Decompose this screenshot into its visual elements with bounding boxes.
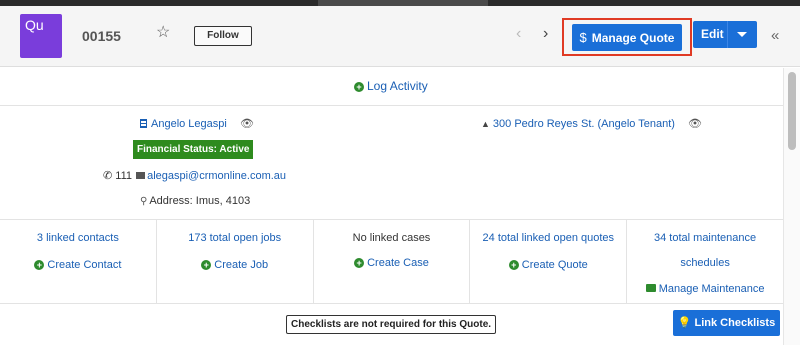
log-activity-label: Log Activity bbox=[367, 79, 428, 93]
maintenance-schedules-link-line2[interactable]: schedules bbox=[627, 257, 783, 269]
maintenance-schedules-link-line1[interactable]: 34 total maintenance bbox=[627, 232, 783, 244]
collapse-panel-icon[interactable]: « bbox=[771, 28, 779, 43]
jobs-column: 173 total open jobs + Create Job bbox=[157, 220, 314, 303]
manage-maintenance-label: Manage Maintenance bbox=[658, 283, 765, 295]
contact-address: ⚲ Address: Imus, 4103 bbox=[140, 195, 250, 207]
quotes-column: 24 total linked open quotes + Create Quot… bbox=[470, 220, 628, 303]
edit-divider bbox=[727, 21, 728, 48]
log-activity-link[interactable]: + Log Activity bbox=[354, 79, 428, 93]
phone-number: 111 bbox=[115, 170, 133, 182]
create-quote-link[interactable]: + Create Quote bbox=[470, 259, 626, 271]
vertical-scrollbar[interactable] bbox=[783, 68, 800, 345]
location-pin-icon: ⚲ bbox=[140, 196, 148, 207]
edit-label: Edit bbox=[701, 27, 724, 41]
create-contact-label: Create Contact bbox=[47, 259, 122, 271]
property-name: 300 Pedro Reyes St. (Angelo Tenant) bbox=[492, 118, 675, 130]
dollar-icon: $ bbox=[579, 30, 587, 45]
property-icon: ▲ bbox=[481, 119, 490, 129]
view-contact-eye-icon[interactable]: 👁 bbox=[240, 117, 254, 130]
manage-quote-label: Manage Quote bbox=[591, 31, 675, 45]
create-quote-label: Create Quote bbox=[521, 259, 588, 271]
link-checklists-label: Link Checklists bbox=[694, 317, 776, 329]
manage-quote-highlight: $ Manage Quote bbox=[562, 18, 692, 56]
plus-circle-icon: + bbox=[34, 260, 45, 270]
create-case-link[interactable]: + Create Case bbox=[314, 257, 470, 269]
envelope-icon bbox=[136, 172, 146, 179]
property-link[interactable]: ▲ 300 Pedro Reyes St. (Angelo Tenant) bbox=[481, 118, 675, 130]
open-jobs-link[interactable]: 173 total open jobs bbox=[157, 232, 313, 244]
phone-icon: ✆ bbox=[103, 170, 113, 182]
manage-quote-button[interactable]: $ Manage Quote bbox=[572, 24, 682, 51]
contact-name: Angelo Legaspi bbox=[151, 118, 227, 130]
record-header: Qu 00155 ☆ Follow ‹ › $ Manage Quote Edit… bbox=[0, 6, 800, 67]
create-job-label: Create Job bbox=[214, 259, 269, 271]
building-icon bbox=[140, 119, 147, 128]
linked-records-summary: 3 linked contacts + Create Contact 173 to… bbox=[0, 219, 783, 304]
address-text: Address: Imus, 4103 bbox=[149, 195, 251, 207]
next-record-chevron-icon[interactable]: › bbox=[543, 26, 548, 42]
briefcase-icon bbox=[645, 284, 656, 292]
contact-phone-email-line: ✆ 111 alegaspi@crmonline.com.au bbox=[103, 169, 286, 182]
edit-button[interactable]: Edit bbox=[693, 21, 757, 48]
lightbulb-icon: 💡 bbox=[677, 317, 692, 329]
create-job-link[interactable]: + Create Job bbox=[157, 259, 313, 271]
contacts-column: 3 linked contacts + Create Contact bbox=[0, 220, 157, 303]
edit-dropdown-caret-icon[interactable] bbox=[737, 32, 747, 37]
create-contact-link[interactable]: + Create Contact bbox=[0, 259, 156, 271]
log-activity-row: + Log Activity bbox=[0, 68, 783, 106]
maintenance-column: 34 total maintenance schedules Manage Ma… bbox=[627, 220, 783, 303]
linked-cases-text: No linked cases bbox=[352, 232, 431, 244]
checklist-row: Checklists are not required for this Quo… bbox=[0, 305, 783, 345]
favorite-star-icon[interactable]: ☆ bbox=[156, 25, 170, 41]
record-id: 00155 bbox=[82, 28, 121, 44]
follow-button[interactable]: Follow bbox=[194, 26, 252, 46]
create-case-label: Create Case bbox=[367, 257, 429, 269]
financial-status-badge: Financial Status: Active bbox=[133, 140, 254, 159]
cases-column: No linked cases + Create Case bbox=[314, 220, 471, 303]
checklists-not-required-notice: Checklists are not required for this Quo… bbox=[286, 315, 497, 334]
email-link[interactable]: alegaspi@crmonline.com.au bbox=[147, 170, 286, 182]
view-property-eye-icon[interactable]: 👁 bbox=[688, 117, 702, 130]
previous-record-chevron-icon[interactable]: ‹ bbox=[516, 26, 521, 42]
record-type-badge: Qu bbox=[20, 14, 62, 58]
open-quotes-link[interactable]: 24 total linked open quotes bbox=[470, 232, 626, 244]
manage-maintenance-link[interactable]: Manage Maintenance bbox=[627, 283, 783, 295]
plus-circle-icon: + bbox=[354, 82, 364, 92]
link-checklists-button[interactable]: 💡 Link Checklists bbox=[673, 310, 780, 336]
plus-circle-icon: + bbox=[354, 258, 365, 268]
plus-circle-icon: + bbox=[508, 260, 519, 270]
linked-contacts-link[interactable]: 3 linked contacts bbox=[0, 232, 156, 244]
contact-link[interactable]: Angelo Legaspi bbox=[140, 118, 227, 130]
plus-circle-icon: + bbox=[201, 260, 212, 270]
scrollbar-thumb[interactable] bbox=[788, 72, 796, 150]
